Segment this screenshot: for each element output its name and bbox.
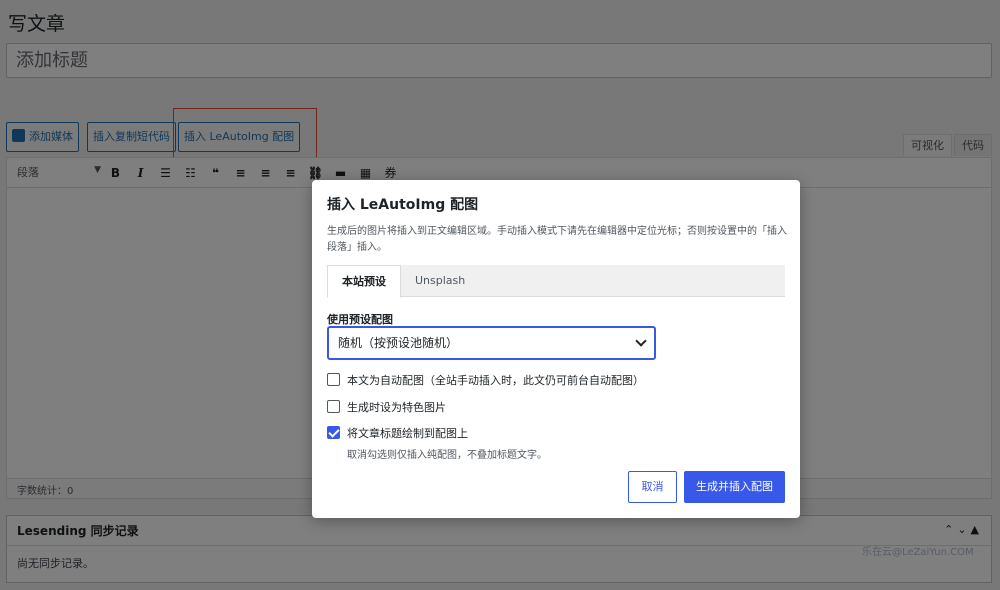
preset-label: 使用预设配图 [327,313,393,326]
auto-image-label: 本文为自动配图（全站手动插入时，此文仍可前台自动配图） [347,374,644,387]
draw-title-option[interactable]: 将文章标题绘制到配图上 取消勾选则仅插入纯配图，不叠加标题文字。 [327,425,547,461]
featured-image-label: 生成时设为特色图片 [347,401,446,414]
cancel-button[interactable]: 取消 [628,471,677,503]
generate-insert-button[interactable]: 生成并插入配图 [684,471,785,503]
preset-select[interactable]: 随机（按预设池随机） [327,326,656,360]
chevron-down-icon [635,335,647,347]
featured-image-option[interactable]: 生成时设为特色图片 [327,399,446,415]
preset-select-value: 随机（按预设池随机） [338,336,459,350]
featured-image-checkbox[interactable] [327,400,340,413]
leautoimg-modal: 插入 LeAutoImg 配图 生成后的图片将插入到正文编辑区域。手动插入模式下… [312,180,800,518]
draw-title-checkbox[interactable] [327,426,340,439]
draw-title-label: 将文章标题绘制到配图上 [347,427,468,440]
modal-tabs: 本站预设 Unsplash [327,265,785,298]
tab-unsplash[interactable]: Unsplash [401,265,479,297]
modal-description: 生成后的图片将插入到正文编辑区域。手动插入模式下请先在编辑器中定位光标；否则按设… [327,226,787,253]
draw-title-hint: 取消勾选则仅插入纯配图，不叠加标题文字。 [347,450,547,461]
auto-image-option[interactable]: 本文为自动配图（全站手动插入时，此文仍可前台自动配图） [327,372,644,388]
modal-title: 插入 LeAutoImg 配图 [327,197,479,213]
tab-site-presets[interactable]: 本站预设 [327,265,401,298]
auto-image-checkbox[interactable] [327,373,340,386]
